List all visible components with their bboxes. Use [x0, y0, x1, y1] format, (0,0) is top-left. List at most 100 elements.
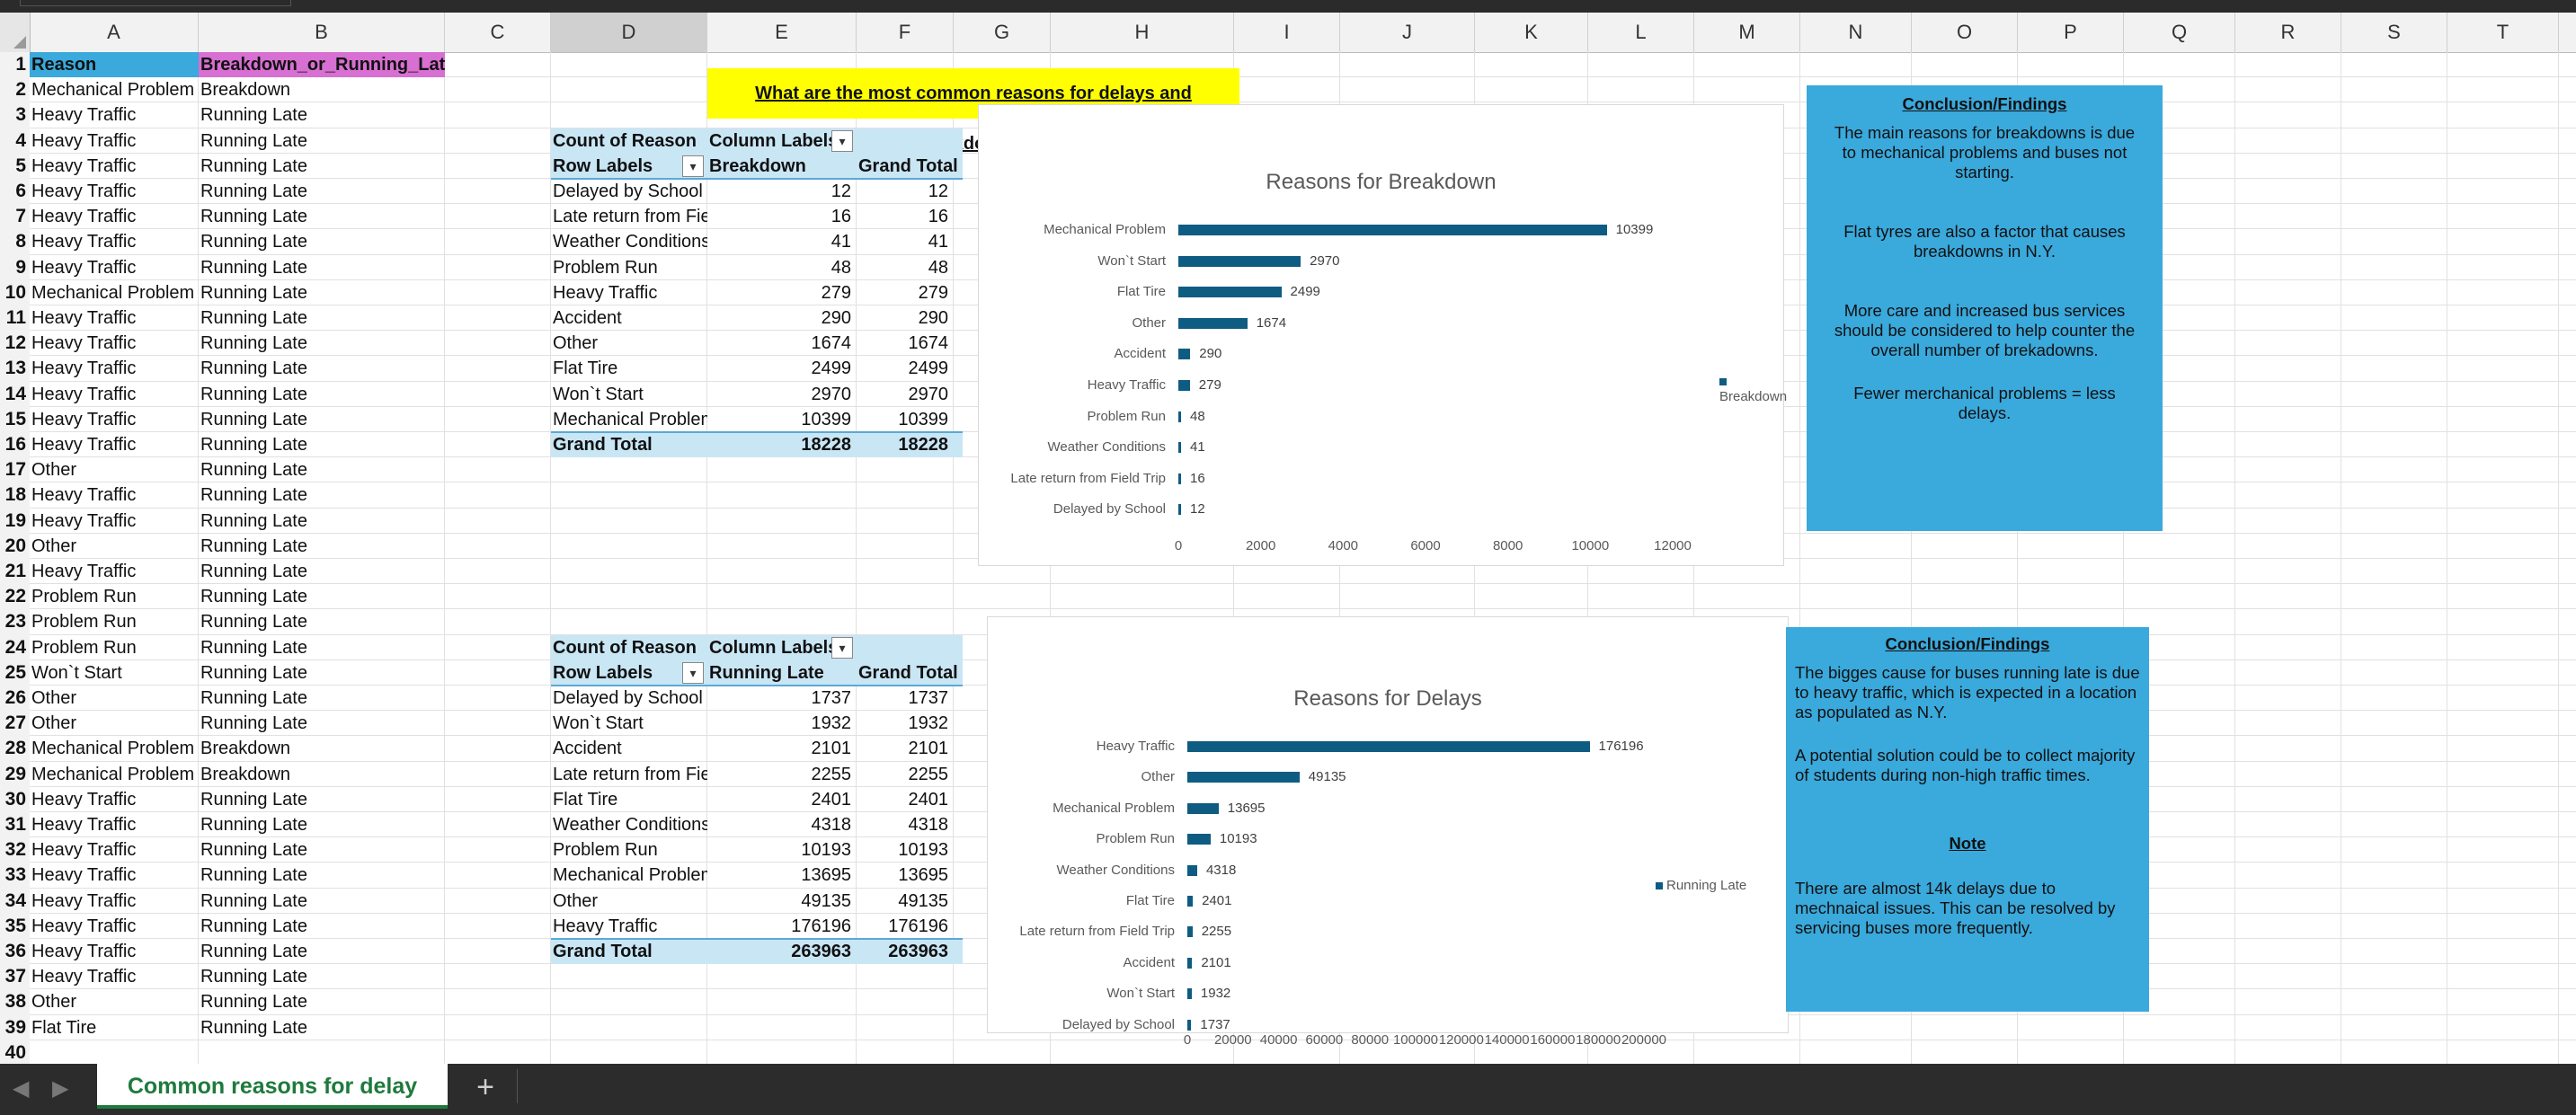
bar[interactable] [1178, 317, 1248, 329]
column-header-q[interactable]: Q [2124, 13, 2235, 52]
header-cell-breakdown-or-late[interactable]: Breakdown_or_Running_Late [199, 52, 445, 77]
bar[interactable] [1187, 741, 1590, 752]
column-header-u[interactable]: U [2559, 13, 2576, 52]
data-cell-reason[interactable]: Heavy Traffic [30, 964, 199, 989]
row-header[interactable]: 19 [0, 509, 30, 534]
row-header[interactable]: 38 [0, 989, 30, 1014]
pivot-value[interactable]: 2101 [707, 736, 857, 761]
pivot-row-label[interactable]: Heavy Traffic [551, 280, 707, 305]
column-header-j[interactable]: J [1340, 13, 1475, 52]
row-header[interactable]: 1 [0, 52, 30, 77]
data-cell-reason[interactable]: Flat Tire [30, 1015, 199, 1040]
data-cell-reason[interactable]: Problem Run [30, 609, 199, 634]
findings-box-delays[interactable]: Conclusion/Findings The bigges cause for… [1786, 627, 2149, 1012]
pivot-value[interactable]: 13695 [707, 863, 857, 888]
data-cell-type[interactable]: Running Late [199, 989, 445, 1014]
row-header[interactable]: 22 [0, 584, 30, 609]
data-cell-type[interactable]: Running Late [199, 382, 445, 407]
data-cell-type[interactable]: Running Late [199, 229, 445, 254]
row-header[interactable]: 27 [0, 711, 30, 736]
pivot-column-name[interactable]: Running Late [707, 660, 857, 686]
pivot-grand-total-header[interactable]: Grand Total [857, 154, 963, 179]
pivot-row-label[interactable]: Accident [551, 305, 707, 331]
row-header[interactable]: 18 [0, 482, 30, 508]
data-cell-reason[interactable]: Heavy Traffic [30, 382, 199, 407]
chart-reasons-for-breakdown[interactable]: Reasons for Breakdown Mechanical Problem 1… [978, 104, 1787, 566]
pivot-value[interactable]: 2255 [707, 762, 857, 787]
column-header-s[interactable]: S [2341, 13, 2447, 52]
data-cell-type[interactable]: Running Late [199, 609, 445, 634]
data-cell-reason[interactable]: Heavy Traffic [30, 407, 199, 432]
data-cell-reason[interactable]: Heavy Traffic [30, 102, 199, 128]
pivot-total[interactable]: 16 [857, 204, 954, 229]
column-header-f[interactable]: F [857, 13, 954, 52]
pivot-row-label[interactable]: Problem Run [551, 837, 707, 863]
pivot-grand-total-total[interactable]: 263963 [857, 939, 954, 964]
pivot-row-label[interactable]: Delayed by School [551, 179, 707, 204]
bar[interactable] [1178, 225, 1607, 235]
pivot-total[interactable]: 13695 [857, 863, 954, 888]
data-cell-reason[interactable]: Problem Run [30, 635, 199, 660]
pivot-total[interactable]: 48 [857, 255, 954, 280]
column-header-i[interactable]: I [1234, 13, 1340, 52]
bar[interactable] [1178, 255, 1301, 267]
pivot-value[interactable]: 1737 [707, 686, 857, 711]
pivot-total[interactable]: 2255 [857, 762, 954, 787]
bar[interactable] [1178, 411, 1181, 422]
data-cell-type[interactable]: Running Late [199, 914, 445, 939]
data-cell-reason[interactable]: Heavy Traffic [30, 509, 199, 534]
pivot-grand-total-header[interactable]: Grand Total [857, 660, 963, 686]
bar[interactable] [1178, 504, 1181, 516]
data-cell-type[interactable]: Running Late [199, 686, 445, 711]
bar[interactable] [1187, 896, 1194, 907]
data-cell-reason[interactable]: Mechanical Problem [30, 736, 199, 761]
row-header[interactable]: 12 [0, 331, 30, 356]
bar[interactable] [1187, 1019, 1192, 1031]
prev-sheet-icon[interactable]: ◀ [13, 1075, 29, 1102]
pivot-total[interactable]: 41 [857, 229, 954, 254]
pivot-row-label[interactable]: Delayed by School [551, 686, 707, 711]
pivot-column-labels[interactable]: Column Labels [707, 635, 833, 660]
data-cell-type[interactable]: Running Late [199, 331, 445, 356]
bar[interactable] [1178, 442, 1181, 454]
data-cell-reason[interactable]: Mechanical Problem [30, 762, 199, 787]
data-cell-reason[interactable]: Heavy Traffic [30, 432, 199, 457]
column-header-t[interactable]: T [2447, 13, 2559, 52]
data-cell-type[interactable]: Breakdown [199, 77, 445, 102]
data-cell-reason[interactable]: Heavy Traffic [30, 255, 199, 280]
data-cell-type[interactable]: Running Late [199, 179, 445, 204]
add-sheet-button[interactable]: + [469, 1071, 502, 1103]
data-cell-type[interactable]: Running Late [199, 482, 445, 508]
column-header-p[interactable]: P [2018, 13, 2124, 52]
row-header[interactable]: 17 [0, 457, 30, 482]
pivot-value[interactable]: 2499 [707, 356, 857, 381]
pivot-grand-total-value[interactable]: 18228 [707, 432, 857, 457]
column-header-e[interactable]: E [707, 13, 857, 52]
data-cell-type[interactable]: Running Late [199, 837, 445, 863]
data-cell-reason[interactable]: Heavy Traffic [30, 939, 199, 964]
bar[interactable] [1178, 287, 1282, 298]
data-cell-reason[interactable]: Heavy Traffic [30, 787, 199, 812]
pivot-row-label[interactable]: Mechanical Problem [551, 407, 707, 432]
row-header[interactable]: 6 [0, 179, 30, 204]
data-cell-type[interactable]: Running Late [199, 534, 445, 559]
data-cell-type[interactable]: Running Late [199, 660, 445, 686]
data-cell-reason[interactable]: Heavy Traffic [30, 559, 199, 584]
data-cell-reason[interactable]: Heavy Traffic [30, 482, 199, 508]
data-cell-type[interactable]: Running Late [199, 204, 445, 229]
sort-dropdown-icon[interactable]: ▾ [682, 661, 704, 684]
pivot-value[interactable]: 290 [707, 305, 857, 331]
column-header-k[interactable]: K [1475, 13, 1588, 52]
pivot-value[interactable]: 10399 [707, 407, 857, 432]
row-header[interactable]: 24 [0, 635, 30, 660]
pivot-total[interactable]: 49135 [857, 889, 954, 914]
data-cell-type[interactable]: Running Late [199, 128, 445, 154]
pivot-row-labels[interactable]: Row Labels [551, 154, 684, 179]
pivot-total[interactable]: 2499 [857, 356, 954, 381]
data-cell-type[interactable]: Running Late [199, 432, 445, 457]
pivot-count-label[interactable]: Count of Reason [551, 128, 707, 154]
sheet-tab-common-reasons[interactable]: Common reasons for delay [97, 1064, 448, 1109]
row-header[interactable]: 20 [0, 534, 30, 559]
bar[interactable] [1187, 926, 1193, 938]
column-header-h[interactable]: H [1051, 13, 1234, 52]
